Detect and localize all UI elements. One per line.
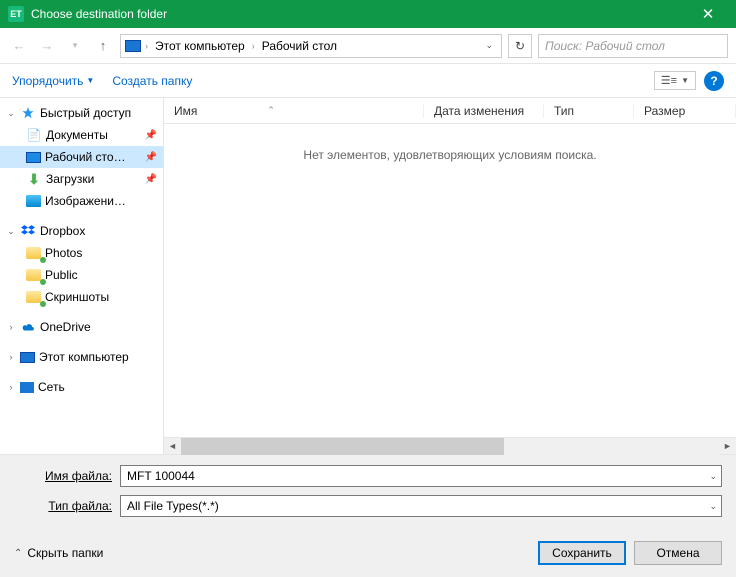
- breadcrumb-desktop[interactable]: Рабочий стол: [259, 39, 340, 53]
- chevron-up-icon: ⌃: [14, 548, 22, 559]
- up-button[interactable]: ↑: [92, 35, 114, 57]
- chevron-down-icon: ⌄: [6, 108, 16, 119]
- recent-dropdown[interactable]: ▾: [64, 35, 86, 57]
- view-mode-button[interactable]: ☰≡ ▼: [654, 71, 696, 90]
- sidebar-quick-access[interactable]: ⌄ Быстрый доступ: [0, 102, 163, 124]
- filetype-combo[interactable]: All File Types(*.*) ⌄: [120, 495, 722, 517]
- sidebar-documents[interactable]: 📄 Документы 📌: [0, 124, 163, 146]
- column-headers: Имя ⌃ Дата изменения Тип Размер: [164, 98, 736, 124]
- search-box[interactable]: [538, 34, 728, 58]
- network-icon: [20, 382, 34, 393]
- sidebar-public[interactable]: Public: [0, 264, 163, 286]
- refresh-button[interactable]: ↻: [508, 34, 532, 58]
- chevron-down-icon: ⌄: [6, 226, 16, 237]
- sidebar-photos[interactable]: Photos: [0, 242, 163, 264]
- forward-button[interactable]: →: [36, 35, 58, 57]
- save-button[interactable]: Сохранить: [538, 541, 626, 565]
- sort-indicator-icon: ⌃: [267, 105, 275, 116]
- close-icon[interactable]: ✕: [688, 5, 728, 23]
- pictures-icon: [26, 195, 41, 207]
- chevron-down-icon[interactable]: ⌄: [709, 501, 717, 512]
- chevron-down-icon: ▼: [681, 76, 689, 85]
- document-icon: 📄: [26, 127, 42, 143]
- sidebar-dropbox[interactable]: ⌄ Dropbox: [0, 220, 163, 242]
- title-bar: ET Choose destination folder ✕: [0, 0, 736, 28]
- sidebar-network[interactable]: › Сеть: [0, 376, 163, 398]
- cloud-icon: [20, 319, 36, 335]
- help-button[interactable]: ?: [704, 71, 724, 91]
- search-input[interactable]: [545, 39, 721, 53]
- column-size[interactable]: Размер: [634, 104, 736, 118]
- scroll-right-icon[interactable]: ►: [719, 438, 736, 455]
- horizontal-scrollbar[interactable]: ◄ ►: [164, 437, 736, 454]
- folder-icon: [26, 247, 41, 259]
- chevron-right-icon: ›: [252, 41, 255, 51]
- sidebar: ⌄ Быстрый доступ 📄 Документы 📌 Рабочий с…: [0, 98, 164, 454]
- organize-button[interactable]: Упорядочить ▼: [12, 74, 94, 88]
- scroll-left-icon[interactable]: ◄: [164, 438, 181, 455]
- chevron-down-icon: ▼: [86, 76, 94, 85]
- sidebar-pictures[interactable]: Изображени…: [0, 190, 163, 212]
- chevron-right-icon: ›: [6, 382, 16, 392]
- back-button[interactable]: ←: [8, 35, 30, 57]
- cancel-button[interactable]: Отмена: [634, 541, 722, 565]
- chevron-right-icon: ›: [6, 322, 16, 332]
- column-date[interactable]: Дата изменения: [424, 104, 544, 118]
- folder-icon: [26, 269, 41, 281]
- filename-input[interactable]: [127, 469, 715, 483]
- dropbox-icon: [20, 223, 36, 239]
- pin-icon: 📌: [145, 130, 157, 141]
- sidebar-desktop[interactable]: Рабочий сто… 📌: [0, 146, 163, 168]
- chevron-right-icon: ›: [145, 41, 148, 51]
- empty-message: Нет элементов, удовлетворяющих условиям …: [164, 124, 736, 162]
- toolbar: Упорядочить ▼ Создать папку ☰≡ ▼ ?: [0, 64, 736, 98]
- column-name[interactable]: Имя ⌃: [164, 104, 424, 118]
- window-title: Choose destination folder: [31, 7, 688, 21]
- folder-icon: [26, 291, 41, 303]
- sidebar-onedrive[interactable]: › OneDrive: [0, 316, 163, 338]
- pin-icon: 📌: [145, 152, 157, 163]
- column-type[interactable]: Тип: [544, 104, 634, 118]
- nav-bar: ← → ▾ ↑ › Этот компьютер › Рабочий стол …: [0, 28, 736, 64]
- sidebar-screenshots[interactable]: Скриншоты: [0, 286, 163, 308]
- filetype-value: All File Types(*.*): [127, 499, 219, 513]
- pin-icon: 📌: [145, 174, 157, 185]
- file-list-area: Имя ⌃ Дата изменения Тип Размер Нет элем…: [164, 98, 736, 454]
- sidebar-thispc[interactable]: › Этот компьютер: [0, 346, 163, 368]
- chevron-right-icon: ›: [6, 352, 16, 362]
- app-icon: ET: [8, 6, 24, 22]
- list-icon: ☰≡: [661, 74, 677, 87]
- new-folder-button[interactable]: Создать папку: [112, 74, 192, 88]
- star-icon: [20, 105, 36, 121]
- breadcrumb-pc[interactable]: Этот компьютер: [152, 39, 248, 53]
- scrollbar-thumb[interactable]: [181, 438, 504, 455]
- pc-icon: [125, 40, 141, 52]
- footer: ⌃ Скрыть папки Сохранить Отмена: [0, 535, 736, 577]
- address-dropdown[interactable]: ⌄: [481, 40, 497, 51]
- filename-label: Имя файла:: [14, 469, 120, 483]
- chevron-down-icon[interactable]: ⌄: [709, 471, 717, 482]
- pc-icon: [20, 352, 35, 363]
- filename-combo[interactable]: ⌄: [120, 465, 722, 487]
- hide-folders-toggle[interactable]: ⌃ Скрыть папки: [14, 546, 103, 560]
- desktop-icon: [26, 152, 41, 163]
- sidebar-downloads[interactable]: ⬇ Загрузки 📌: [0, 168, 163, 190]
- address-bar[interactable]: › Этот компьютер › Рабочий стол ⌄: [120, 34, 502, 58]
- form-area: Имя файла: ⌄ Тип файла: All File Types(*…: [0, 454, 736, 535]
- download-icon: ⬇: [26, 171, 42, 187]
- filetype-label: Тип файла:: [14, 499, 120, 513]
